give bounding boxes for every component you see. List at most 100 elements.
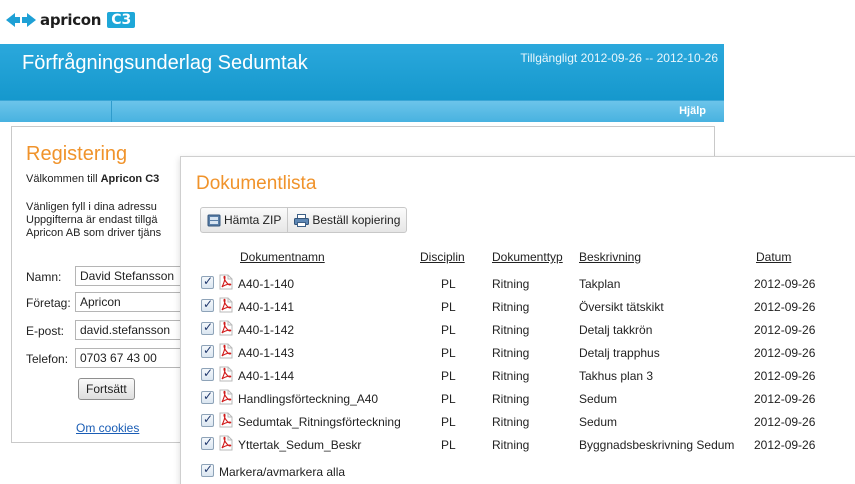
document-name-link[interactable]: A40-1-142: [238, 323, 294, 337]
document-checkbox[interactable]: [201, 366, 214, 381]
pdf-icon: [219, 366, 233, 382]
document-description: Översikt tätskikt: [579, 300, 664, 314]
document-date: 2012-09-26: [754, 415, 816, 429]
document-name-link[interactable]: Yttertak_Sedum_Beskr: [238, 438, 361, 452]
document-name-link[interactable]: A40-1-140: [238, 277, 294, 291]
document-name-link[interactable]: A40-1-141: [238, 300, 294, 314]
document-list-panel: Dokumentlista Hämta ZIP Beställ kopierin…: [180, 156, 855, 484]
document-name-link[interactable]: Sedumtak_Ritningsförteckning: [238, 415, 401, 429]
document-description: Takplan: [579, 277, 621, 291]
document-type: Ritning: [492, 415, 530, 429]
document-checkbox[interactable]: [201, 343, 214, 358]
email-field[interactable]: david.stefansson: [75, 320, 185, 340]
toggle-all-row: Markera/avmarkera alla: [181, 460, 855, 482]
document-description: Detalj trapphus: [579, 346, 660, 360]
document-row: Yttertak_Sedum_Beskr PL Ritning Byggnads…: [181, 433, 855, 456]
document-description: Detalj takkrön: [579, 323, 653, 337]
pdf-icon: [219, 435, 233, 451]
document-name-link[interactable]: A40-1-143: [238, 346, 294, 360]
registration-title: Registering: [26, 143, 128, 165]
nav-divider: [111, 101, 112, 122]
document-checkbox[interactable]: [201, 297, 214, 312]
welcome-product: Apricon C3: [100, 173, 160, 185]
apricon-arrows-icon: [6, 13, 36, 27]
column-header-type[interactable]: Dokumenttyp: [492, 250, 563, 264]
intro-line: Vänligen fyll i dina adressu: [26, 201, 157, 213]
toggle-all-label[interactable]: Markera/avmarkera alla: [219, 465, 345, 479]
phone-field[interactable]: 0703 67 43 00: [75, 348, 185, 368]
document-checkbox[interactable]: [201, 412, 214, 427]
document-name-link[interactable]: Handlingsförteckning_A40: [238, 392, 378, 406]
pdf-icon: [219, 343, 233, 359]
email-label: E-post:: [26, 324, 65, 338]
navigation-bar: Hjälp: [0, 100, 724, 122]
document-date: 2012-09-26: [754, 369, 816, 383]
order-copy-label: Beställ kopiering: [312, 213, 401, 227]
name-field[interactable]: David Stefansson: [75, 266, 185, 286]
document-checkbox[interactable]: [201, 320, 214, 335]
welcome-prefix: Välkommen till: [26, 173, 101, 185]
column-header-name[interactable]: Dokumentnamn: [240, 250, 325, 264]
document-type: Ritning: [492, 346, 530, 360]
intro-line: Uppgifterna är endast tillgä: [26, 214, 158, 226]
column-header-discipline[interactable]: Disciplin: [420, 250, 465, 264]
document-discipline: PL: [441, 277, 456, 291]
brand-name: apricon: [40, 11, 102, 29]
company-field[interactable]: Apricon: [75, 292, 185, 312]
document-row: A40-1-142 PL Ritning Detalj takkrön 2012…: [181, 318, 855, 341]
document-description: Sedum: [579, 415, 618, 429]
column-header-description[interactable]: Beskrivning: [579, 250, 641, 264]
toggle-all-checkbox[interactable]: [201, 462, 214, 477]
document-discipline: PL: [441, 369, 456, 383]
document-checkbox[interactable]: [201, 435, 214, 450]
document-checkbox[interactable]: [201, 274, 214, 289]
pdf-icon: [219, 412, 233, 428]
document-date: 2012-09-26: [754, 323, 816, 337]
pdf-icon: [219, 320, 233, 336]
document-type: Ritning: [492, 369, 530, 383]
document-type: Ritning: [492, 277, 530, 291]
document-row: A40-1-141 PL Ritning Översikt tätskikt 2…: [181, 295, 855, 318]
printer-icon: [294, 213, 310, 227]
document-type: Ritning: [492, 438, 530, 452]
column-header-date[interactable]: Datum: [756, 250, 791, 264]
document-date: 2012-09-26: [754, 392, 816, 406]
document-date: 2012-09-26: [754, 277, 816, 291]
document-discipline: PL: [441, 300, 456, 314]
document-discipline: PL: [441, 323, 456, 337]
download-zip-label: Hämta ZIP: [224, 213, 282, 227]
help-link[interactable]: Hjälp: [679, 105, 706, 117]
phone-label: Telefon:: [26, 352, 69, 366]
document-row: A40-1-143 PL Ritning Detalj trapphus 201…: [181, 341, 855, 364]
apricon-logo: apricon C3: [6, 8, 136, 32]
page-title: Förfrågningsunderlag Sedumtak: [22, 52, 308, 74]
pdf-icon: [219, 274, 233, 290]
document-discipline: PL: [441, 392, 456, 406]
document-toolbar: Hämta ZIP Beställ kopiering: [200, 207, 408, 233]
document-description: Byggnadsbeskrivning Sedum: [579, 438, 735, 452]
document-row: Sedumtak_Ritningsförteckning PL Ritning …: [181, 410, 855, 433]
document-type: Ritning: [492, 300, 530, 314]
document-date: 2012-09-26: [754, 300, 816, 314]
continue-button[interactable]: Fortsätt: [78, 378, 135, 400]
welcome-text: Välkommen till Apricon C3: [26, 173, 159, 185]
page-header: Förfrågningsunderlag Sedumtak Tillgängli…: [0, 44, 724, 100]
document-name-link[interactable]: A40-1-144: [238, 369, 294, 383]
product-badge: C3: [107, 12, 136, 28]
document-description: Takhus plan 3: [579, 369, 654, 383]
download-zip-button[interactable]: Hämta ZIP: [201, 208, 287, 232]
document-description: Sedum: [579, 392, 618, 406]
document-checkbox[interactable]: [201, 389, 214, 404]
order-copy-button[interactable]: Beställ kopiering: [287, 208, 406, 232]
document-row: A40-1-144 PL Ritning Takhus plan 3 2012-…: [181, 364, 855, 387]
pdf-icon: [219, 297, 233, 313]
intro-line: Apricon AB som driver tjäns: [26, 227, 162, 239]
document-date: 2012-09-26: [754, 346, 816, 360]
document-date: 2012-09-26: [754, 438, 816, 452]
cookies-link[interactable]: Om cookies: [76, 421, 139, 435]
document-discipline: PL: [441, 346, 456, 360]
document-type: Ritning: [492, 392, 530, 406]
availability-period: Tillgängligt 2012-09-26 -- 2012-10-26: [520, 51, 718, 65]
name-label: Namn:: [26, 270, 62, 284]
document-discipline: PL: [441, 415, 456, 429]
